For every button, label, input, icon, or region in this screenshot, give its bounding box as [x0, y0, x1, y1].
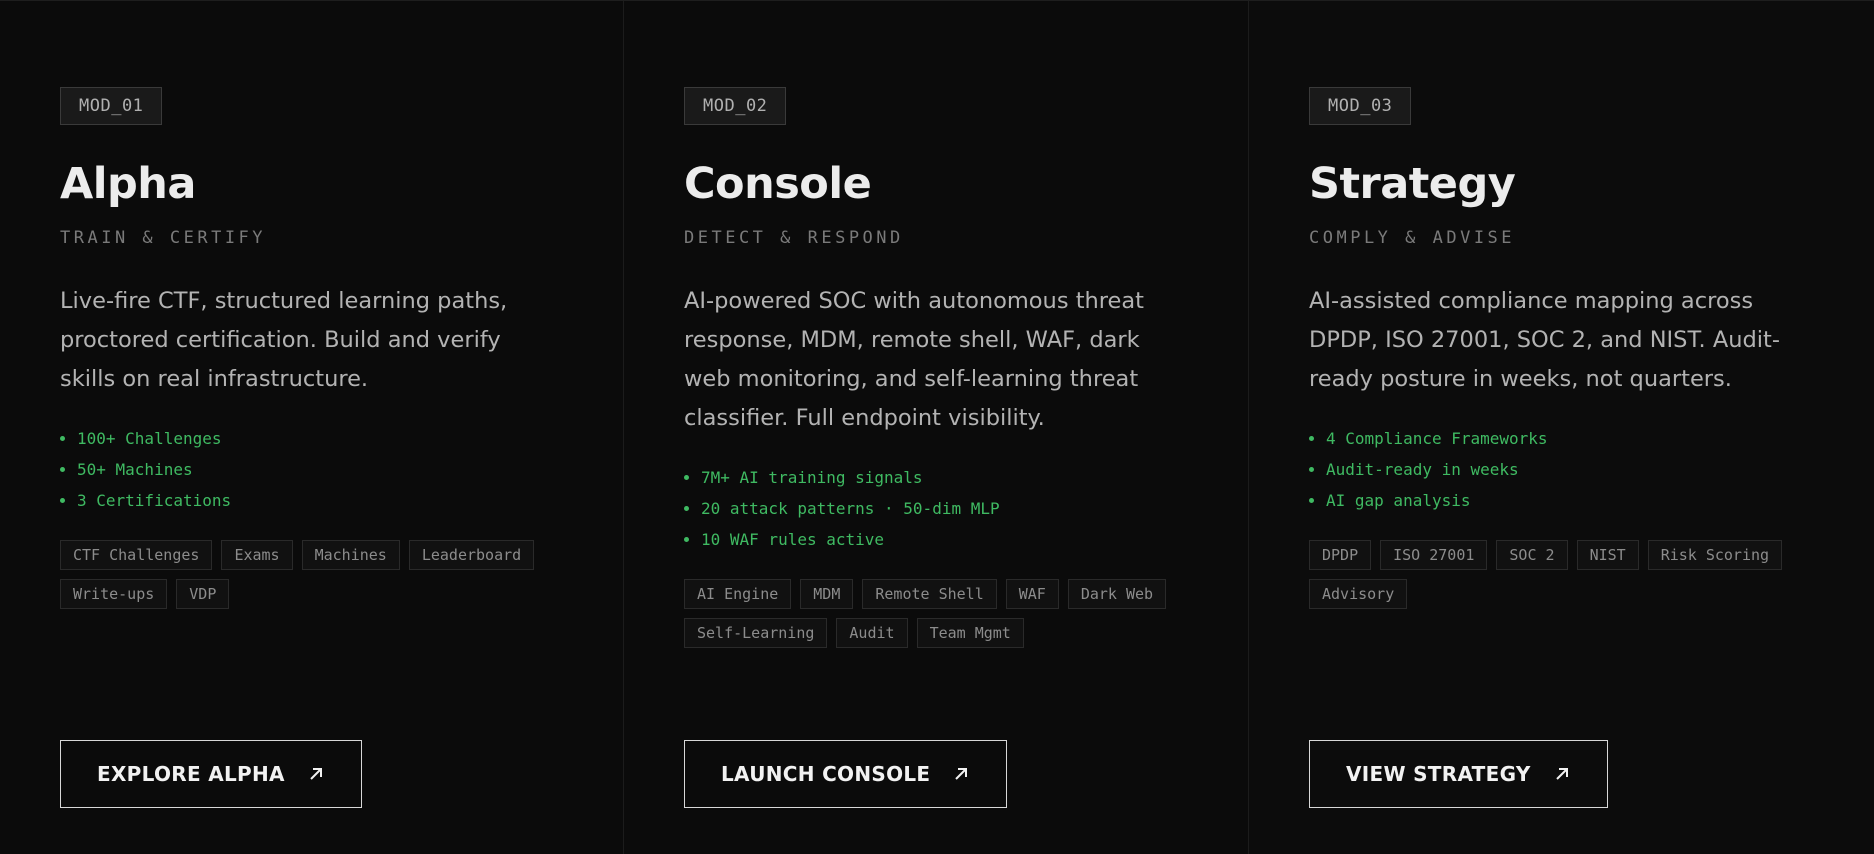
module-subtitle: TRAIN & CERTIFY — [60, 228, 267, 248]
feature-tag: Risk Scoring — [1647, 540, 1783, 570]
stat-item: 50+ Machines — [60, 454, 563, 485]
module-card-alpha: MOD_01 Alpha TRAIN & CERTIFY Live-fire C… — [0, 1, 624, 854]
feature-tag: Remote Shell — [862, 579, 997, 609]
explore-alpha-button[interactable]: EXPLORE ALPHA — [60, 740, 362, 808]
feature-tag: Advisory — [1309, 579, 1408, 609]
module-description: Live-fire CTF, structured learning paths… — [60, 288, 508, 392]
stats-list: 7M+ AI training signals 20 attack patter… — [684, 462, 1188, 555]
stat-text: 50+ Machines — [77, 460, 193, 479]
module-subtitle: DETECT & RESPOND — [684, 228, 904, 248]
dot-icon — [1309, 498, 1314, 503]
module-title: Console — [684, 159, 872, 209]
feature-tag: CTF Challenges — [60, 540, 213, 570]
stat-item: AI gap analysis — [1309, 485, 1814, 516]
feature-tag: Self-Learning — [684, 618, 828, 648]
feature-tag: Leaderboard — [408, 540, 535, 570]
dot-icon — [1309, 467, 1314, 472]
stat-text: 4 Compliance Frameworks — [1326, 429, 1548, 448]
module-tag: MOD_02 — [684, 87, 787, 125]
feature-tag: VDP — [176, 579, 230, 609]
arrow-up-right-icon — [1555, 768, 1568, 780]
feature-tag: WAF — [1005, 579, 1059, 609]
module-subtitle: COMPLY & ADVISE — [1309, 228, 1516, 248]
stat-item: 10 WAF rules active — [684, 524, 1188, 555]
dot-icon — [684, 506, 689, 511]
dot-icon — [684, 537, 689, 542]
modules-grid: MOD_01 Alpha TRAIN & CERTIFY Live-fire C… — [0, 0, 1874, 854]
module-card-strategy: MOD_03 Strategy COMPLY & ADVISE AI-assis… — [1249, 1, 1874, 854]
cta-label: EXPLORE ALPHA — [97, 762, 285, 786]
cta-label: VIEW STRATEGY — [1346, 762, 1531, 786]
stat-item: 7M+ AI training signals — [684, 462, 1188, 493]
dot-icon — [1309, 436, 1314, 441]
stats-list: 4 Compliance Frameworks Audit-ready in w… — [1309, 423, 1814, 516]
feature-tag: DPDP — [1309, 540, 1372, 570]
feature-tag: AI Engine — [684, 579, 792, 609]
stat-text: Audit-ready in weeks — [1326, 460, 1519, 479]
feature-tag: NIST — [1576, 540, 1639, 570]
module-card-console: MOD_02 Console DETECT & RESPOND AI-power… — [624, 1, 1249, 854]
feature-tag: SOC 2 — [1496, 540, 1568, 570]
view-strategy-button[interactable]: VIEW STRATEGY — [1309, 740, 1608, 808]
stat-text: 100+ Challenges — [77, 429, 222, 448]
feature-tags: CTF Challenges Exams Machines Leaderboar… — [60, 540, 563, 609]
arrow-up-right-icon — [310, 768, 322, 780]
stat-item: 4 Compliance Frameworks — [1309, 423, 1814, 454]
cta-label: LAUNCH CONSOLE — [721, 762, 931, 786]
feature-tag: Write-ups — [60, 579, 168, 609]
stat-item: 3 Certifications — [60, 485, 563, 516]
module-title: Strategy — [1309, 159, 1516, 209]
feature-tag: ISO 27001 — [1380, 540, 1488, 570]
stat-text: 10 WAF rules active — [701, 530, 885, 549]
stat-text: 20 attack patterns · 50-dim MLP — [701, 499, 1000, 518]
feature-tag: Exams — [221, 540, 293, 570]
dot-icon — [60, 436, 65, 441]
stat-item: 100+ Challenges — [60, 423, 563, 454]
feature-tag: Machines — [301, 540, 400, 570]
feature-tag: Team Mgmt — [916, 618, 1024, 648]
stat-text: 7M+ AI training signals — [701, 468, 923, 487]
feature-tags: DPDP ISO 27001 SOC 2 NIST Risk Scoring A… — [1309, 540, 1814, 609]
module-description: AI-powered SOC with autonomous threat re… — [684, 288, 1144, 431]
module-title: Alpha — [60, 159, 196, 209]
feature-tag: Audit — [836, 618, 908, 648]
feature-tag: Dark Web — [1067, 579, 1167, 609]
dot-icon — [60, 467, 65, 472]
stat-text: 3 Certifications — [77, 491, 232, 510]
dot-icon — [684, 475, 689, 480]
module-description: AI-assisted compliance mapping across DP… — [1309, 288, 1780, 392]
module-tag: MOD_03 — [1309, 87, 1412, 125]
stat-text: AI gap analysis — [1326, 491, 1471, 510]
arrow-up-right-icon — [955, 768, 968, 780]
stat-item: 20 attack patterns · 50-dim MLP — [684, 493, 1188, 524]
stats-list: 100+ Challenges 50+ Machines 3 Certifica… — [60, 423, 563, 516]
feature-tag: MDM — [800, 579, 854, 609]
dot-icon — [60, 498, 65, 503]
launch-console-button[interactable]: LAUNCH CONSOLE — [684, 740, 1008, 808]
stat-item: Audit-ready in weeks — [1309, 454, 1814, 485]
feature-tags: AI Engine MDM Remote Shell WAF Dark Web … — [684, 579, 1188, 648]
module-tag: MOD_01 — [60, 87, 163, 125]
